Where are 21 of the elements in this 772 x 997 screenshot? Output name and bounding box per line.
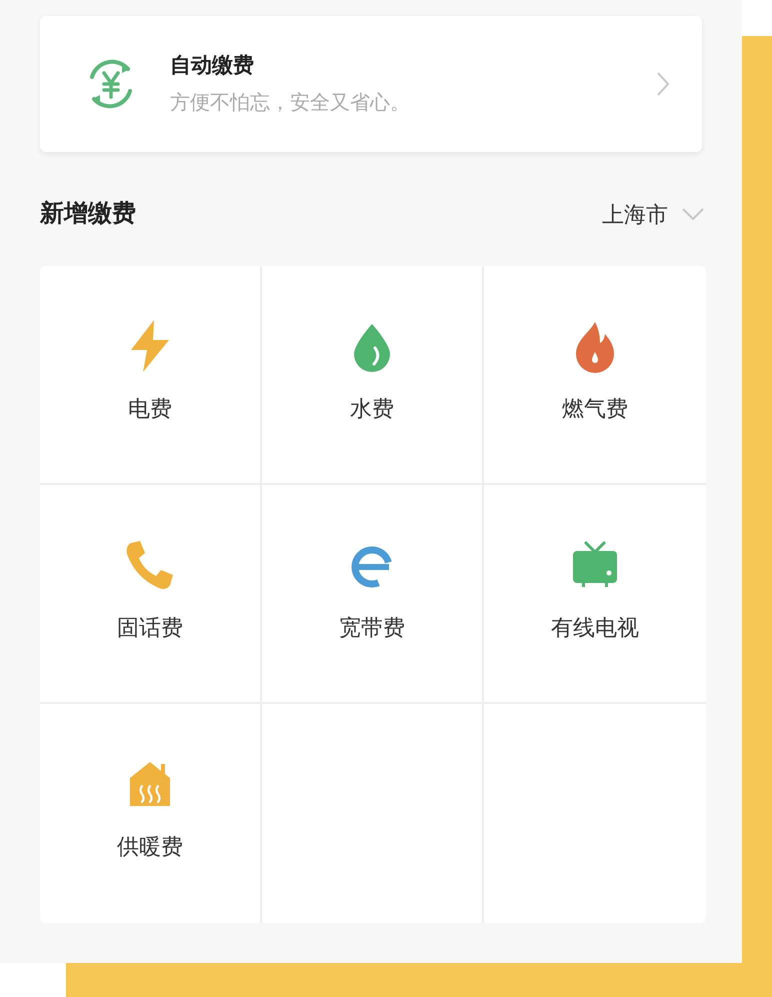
service-tile[interactable]: 供暖费 (40, 704, 262, 923)
service-label: 供暖费 (117, 833, 183, 861)
autopay-subtitle: 方便不怕忘，安全又省心。 (170, 90, 411, 116)
autopay-card[interactable]: 自动缴费 方便不怕忘，安全又省心。 (40, 16, 702, 152)
service-label: 燃气费 (562, 395, 628, 423)
service-tile[interactable]: 宽带费 (262, 485, 484, 704)
chevron-down-icon (682, 208, 704, 220)
city-selector[interactable]: 上海市 (602, 198, 704, 230)
service-label: 宽带费 (339, 614, 405, 642)
service-label: 固话费 (117, 614, 183, 642)
service-tile[interactable]: 电费 (40, 266, 262, 485)
service-label: 水费 (350, 395, 394, 423)
chevron-right-icon (656, 71, 670, 97)
section-title: 新增缴费 (40, 199, 136, 229)
service-tile[interactable]: 有线电视 (484, 485, 706, 704)
service-label: 电费 (128, 395, 172, 423)
service-label: 有线电视 (551, 614, 639, 642)
autopay-title: 自动缴费 (170, 53, 255, 80)
service-tile[interactable]: 固话费 (40, 485, 262, 704)
service-tile[interactable]: 水费 (262, 266, 484, 485)
service-tile[interactable]: 燃气费 (484, 266, 706, 485)
